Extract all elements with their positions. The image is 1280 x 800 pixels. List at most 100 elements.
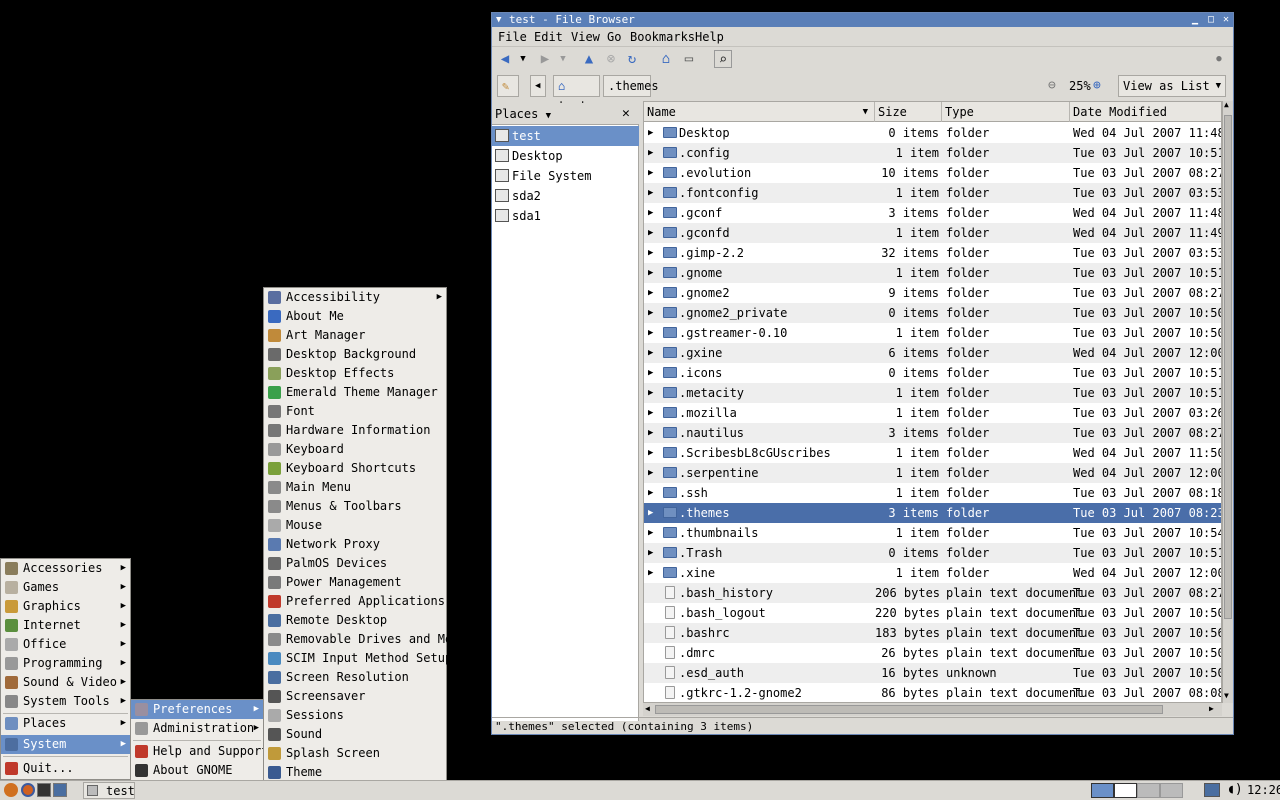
- expander-icon[interactable]: ▶: [648, 143, 653, 163]
- file-row[interactable]: ▶ .mozilla 1 item folder Tue 03 Jul 2007 03:…: [644, 403, 1221, 423]
- column-size[interactable]: Size: [875, 102, 942, 122]
- expander-icon[interactable]: ▶: [648, 223, 653, 243]
- file-row[interactable]: ▶ .gstreamer-0.10 1 item folder Tue 03 Jul 2…: [644, 323, 1221, 343]
- menu-item-quit[interactable]: Quit...: [1, 759, 130, 778]
- taskbar-button-test[interactable]: test: [83, 782, 135, 799]
- menu-item-remote-desktop[interactable]: Remote Desktop: [264, 611, 446, 630]
- menu-item-accessibility[interactable]: Accessibility ▶: [264, 288, 446, 307]
- file-row[interactable]: ▶ .ssh 1 item folder Tue 03 Jul 2007 08:18:4…: [644, 483, 1221, 503]
- forward-history-icon[interactable]: ▼: [554, 50, 572, 68]
- clock[interactable]: 12:26: [1247, 783, 1280, 797]
- place-item[interactable]: test: [492, 126, 639, 146]
- zoom-level[interactable]: 25%: [1069, 79, 1091, 93]
- vertical-scrollbar[interactable]: ▲ ▼: [1222, 100, 1233, 703]
- close-icon[interactable]: ✕: [1220, 14, 1232, 26]
- expander-icon[interactable]: ▶: [648, 363, 653, 383]
- back-history-icon[interactable]: ▼: [514, 50, 532, 68]
- file-row[interactable]: ▶ .gconfd 1 item folder Wed 04 Jul 2007 11:4…: [644, 223, 1221, 243]
- stop-icon[interactable]: ⊗: [602, 50, 620, 68]
- workspace-1[interactable]: [1091, 783, 1114, 798]
- expander-icon[interactable]: ▶: [648, 563, 653, 583]
- view-as-select[interactable]: View as List ▼: [1118, 75, 1226, 97]
- expander-icon[interactable]: ▶: [648, 483, 653, 503]
- menu-item-about-gnome[interactable]: About GNOME: [131, 761, 263, 780]
- firefox-launcher-icon[interactable]: [21, 783, 35, 797]
- file-row[interactable]: ▶ .icons 0 items folder Tue 03 Jul 2007 10:5…: [644, 363, 1221, 383]
- path-back-icon[interactable]: ◀: [530, 75, 546, 97]
- menu-item-main-menu[interactable]: Main Menu: [264, 478, 446, 497]
- expander-icon[interactable]: ▶: [648, 423, 653, 443]
- forward-icon[interactable]: ▶: [536, 50, 554, 68]
- expander-icon[interactable]: ▶: [648, 183, 653, 203]
- zoom-out-icon[interactable]: ⊖: [1048, 78, 1056, 93]
- file-row[interactable]: ▶ .serpentine 1 item folder Wed 04 Jul 2007 …: [644, 463, 1221, 483]
- expander-icon[interactable]: ▶: [648, 203, 653, 223]
- computer-icon[interactable]: ▭: [680, 50, 698, 68]
- network-icon[interactable]: [1204, 783, 1220, 797]
- up-icon[interactable]: ▲: [580, 50, 598, 68]
- menu-item-preferences[interactable]: Preferences ▶: [131, 700, 263, 719]
- scroll-right-icon[interactable]: ▶: [1209, 704, 1214, 713]
- file-row[interactable]: ▶ .gnome2_private 0 items folder Tue 03 Jul …: [644, 303, 1221, 323]
- path-button-themes[interactable]: .themes: [603, 75, 659, 97]
- menu-item-removable-drives-and-media[interactable]: Removable Drives and Media: [264, 630, 474, 649]
- menu-item-desktop-effects[interactable]: Desktop Effects: [264, 364, 446, 383]
- menu-item-mouse[interactable]: Mouse: [264, 516, 446, 535]
- column-date-modified[interactable]: Date Modified: [1070, 102, 1221, 122]
- menu-item-screen-resolution[interactable]: Screen Resolution: [264, 668, 446, 687]
- expander-icon[interactable]: ▶: [648, 163, 653, 183]
- search-icon[interactable]: ⌕: [714, 50, 732, 68]
- window-menu-icon[interactable]: ▼: [496, 13, 501, 27]
- menu-item-system[interactable]: System ▶: [1, 735, 130, 754]
- column-type[interactable]: Type: [942, 102, 1070, 122]
- menu-item-sound[interactable]: Sound: [264, 725, 446, 744]
- menu-edit[interactable]: Edit: [534, 30, 563, 44]
- workspace-switcher[interactable]: [1091, 783, 1183, 798]
- file-row[interactable]: .bashrc 183 bytes plain text document Tue 0…: [644, 623, 1221, 643]
- file-row[interactable]: ▶ .ScribesbL8cGUscribes 1 item folder Wed 04…: [644, 443, 1221, 463]
- expander-icon[interactable]: ▶: [648, 443, 653, 463]
- workspace-3[interactable]: [1137, 783, 1160, 798]
- menu-item-emerald-theme-manager[interactable]: Emerald Theme Manager: [264, 383, 446, 402]
- place-item[interactable]: Desktop: [492, 146, 639, 166]
- menu-item-internet[interactable]: Internet ▶: [1, 616, 130, 635]
- menu-item-hardware-information[interactable]: Hardware Information: [264, 421, 446, 440]
- volume-icon[interactable]: ◖): [1227, 782, 1243, 797]
- menu-item-sound-video[interactable]: Sound & Video ▶: [1, 673, 130, 692]
- file-row[interactable]: ▶ .thumbnails 1 item folder Tue 03 Jul 2007 …: [644, 523, 1221, 543]
- expander-icon[interactable]: ▶: [648, 403, 653, 423]
- menu-item-keyboard[interactable]: Keyboard: [264, 440, 446, 459]
- expander-icon[interactable]: ▶: [648, 123, 653, 143]
- file-row[interactable]: ▶ .metacity 1 item folder Tue 03 Jul 2007 10…: [644, 383, 1221, 403]
- menu-file[interactable]: File: [498, 30, 527, 44]
- menu-item-administration[interactable]: Administration ▶: [131, 719, 263, 738]
- scroll-up-icon[interactable]: ▲: [1224, 100, 1229, 109]
- menu-item-places[interactable]: Places ▶: [1, 714, 130, 733]
- maximize-icon[interactable]: □: [1205, 14, 1217, 26]
- path-button-test[interactable]: ⌂ test: [553, 75, 600, 113]
- menu-item-desktop-background[interactable]: Desktop Background: [264, 345, 446, 364]
- expander-icon[interactable]: ▶: [648, 243, 653, 263]
- file-manager-launcher-icon[interactable]: [53, 783, 67, 797]
- file-row[interactable]: ▶ .nautilus 3 items folder Tue 03 Jul 2007 0…: [644, 423, 1221, 443]
- file-row[interactable]: ▶ .gconf 3 items folder Wed 04 Jul 2007 11:4…: [644, 203, 1221, 223]
- file-row[interactable]: .esd_auth 16 bytes unknown Tue 03 Jul 2007 …: [644, 663, 1221, 683]
- file-row[interactable]: .bash_history 206 bytes plain text documen…: [644, 583, 1221, 603]
- minimize-icon[interactable]: ▁: [1189, 14, 1201, 26]
- home-icon[interactable]: ⌂: [657, 50, 675, 68]
- file-row[interactable]: ▶ .gimp-2.2 32 items folder Tue 03 Jul 2007 …: [644, 243, 1221, 263]
- title-bar[interactable]: ▼ test - File Browser ▁ □ ✕: [492, 13, 1233, 27]
- expander-icon[interactable]: ▶: [648, 383, 653, 403]
- file-row[interactable]: .bash_logout 220 bytes plain text document…: [644, 603, 1221, 623]
- file-row[interactable]: ▶ .evolution 10 items folder Tue 03 Jul 2007…: [644, 163, 1221, 183]
- menu-item-scim-input-method-setup[interactable]: SCIM Input Method Setup: [264, 649, 452, 668]
- menu-item-graphics[interactable]: Graphics ▶: [1, 597, 130, 616]
- file-row[interactable]: ▶ .fontconfig 1 item folder Tue 03 Jul 2007 …: [644, 183, 1221, 203]
- expander-icon[interactable]: ▶: [648, 303, 653, 323]
- expander-icon[interactable]: ▶: [648, 523, 653, 543]
- edit-location-icon[interactable]: ✎: [497, 75, 519, 97]
- expander-icon[interactable]: ▶: [648, 263, 653, 283]
- place-item[interactable]: File System: [492, 166, 639, 186]
- expander-icon[interactable]: ▶: [648, 543, 653, 563]
- terminal-launcher-icon[interactable]: [37, 783, 51, 797]
